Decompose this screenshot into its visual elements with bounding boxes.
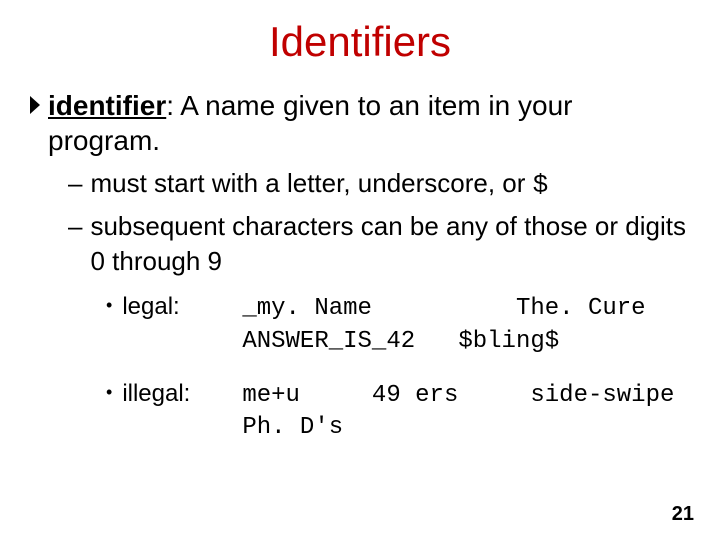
bullet-dot-icon: • [106, 382, 112, 403]
bullet-dot-icon: • [106, 295, 112, 316]
page-title: Identifiers [28, 18, 692, 66]
illegal-examples: me+u 49 ers side-swipe Ph. D's [242, 380, 692, 445]
legal-row: • legal: _my. Name The. Cure ANSWER_IS_4… [106, 293, 692, 358]
definition-term: identifier [48, 90, 166, 121]
examples-block: • legal: _my. Name The. Cure ANSWER_IS_4… [106, 293, 692, 445]
rule-1: – must start with a letter, underscore, … [68, 166, 692, 203]
rule-2: – subsequent characters can be any of th… [68, 209, 692, 279]
dash-icon: – [68, 209, 82, 244]
rule-1-text: must start with a letter, underscore, or… [90, 166, 692, 203]
legal-label: legal: [122, 293, 242, 321]
definition-text: identifier: A name given to an item in y… [48, 88, 692, 158]
dash-icon: – [68, 166, 82, 201]
illegal-label: illegal: [122, 380, 242, 408]
slide: Identifiers identifier: A name given to … [0, 0, 720, 540]
dollar-sign: $ [533, 170, 549, 200]
definition-line: identifier: A name given to an item in y… [28, 88, 692, 158]
rule-2-text: subsequent characters can be any of thos… [90, 209, 692, 279]
bullet-icon [28, 94, 42, 123]
legal-examples: _my. Name The. Cure ANSWER_IS_42 $bling$ [242, 293, 692, 358]
rules-block: – must start with a letter, underscore, … [68, 166, 692, 279]
illegal-row: • illegal: me+u 49 ers side-swipe Ph. D'… [106, 380, 692, 445]
page-number: 21 [672, 503, 694, 526]
